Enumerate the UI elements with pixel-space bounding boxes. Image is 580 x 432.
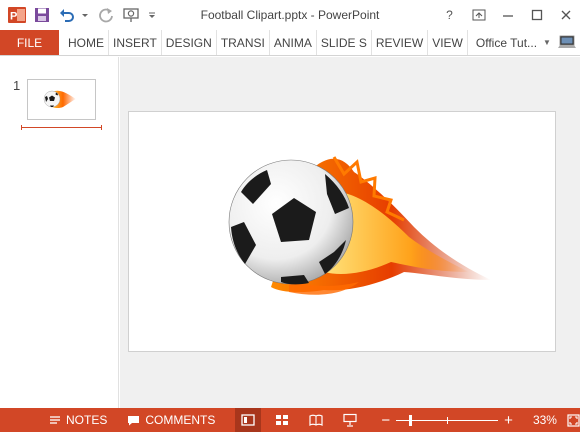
normal-view-button[interactable]: [235, 408, 262, 432]
tab-design[interactable]: DESIGN: [162, 30, 217, 55]
thumbnail-selection-indicator: [21, 125, 102, 130]
football-on-fire-image[interactable]: [129, 112, 555, 351]
tab-slide-show[interactable]: SLIDE S: [317, 30, 372, 55]
comment-icon: [127, 415, 140, 426]
zoom-out-icon[interactable]: −: [381, 413, 390, 428]
notes-icon: [49, 415, 61, 425]
slide-sorter-view-button[interactable]: [269, 408, 295, 432]
slide-number: 1: [13, 78, 21, 93]
redo-icon[interactable]: [95, 4, 117, 26]
ribbon-tab-bar: FILE HOME INSERT DESIGN TRANSI ANIMA SLI…: [0, 30, 580, 56]
zoom-in-icon[interactable]: +: [504, 413, 513, 428]
reading-view-button[interactable]: [303, 408, 329, 432]
comments-label: COMMENTS: [145, 413, 216, 427]
close-button[interactable]: [551, 0, 580, 30]
maximize-button[interactable]: [522, 0, 551, 30]
avatar: [557, 33, 577, 53]
slide-canvas[interactable]: [128, 111, 556, 352]
slide-show-icon: [343, 413, 357, 427]
zoom-control: − +: [381, 413, 513, 428]
tab-insert[interactable]: INSERT: [109, 30, 162, 55]
powerpoint-logo-icon[interactable]: P: [6, 4, 28, 26]
quick-access-toolbar: P: [0, 0, 162, 30]
slide-thumbnail-pane[interactable]: 1: [0, 57, 119, 408]
tab-home[interactable]: HOME: [59, 30, 109, 55]
customize-toolbar-icon[interactable]: [145, 4, 159, 26]
tab-file[interactable]: FILE: [0, 30, 59, 55]
title-bar: P Football Clipart.pptx - PowerPoint ?: [0, 0, 580, 30]
undo-icon[interactable]: [56, 4, 78, 26]
football-fire-thumbnail-image: [43, 90, 76, 109]
reading-view-icon: [309, 414, 323, 426]
tab-review[interactable]: REVIEW: [372, 30, 429, 55]
comments-button[interactable]: COMMENTS: [127, 408, 215, 432]
status-bar: NOTES COMMENTS − + 33%: [0, 408, 580, 432]
zoom-slider[interactable]: [396, 414, 499, 426]
window-controls: ?: [435, 0, 580, 30]
notes-button[interactable]: NOTES: [49, 408, 107, 432]
normal-view-icon: [241, 414, 255, 426]
tab-view[interactable]: VIEW: [428, 30, 468, 55]
slide-thumbnail[interactable]: [27, 79, 96, 120]
undo-dropdown-icon[interactable]: [81, 4, 89, 26]
notes-label: NOTES: [66, 413, 108, 427]
minimize-button[interactable]: [493, 0, 522, 30]
svg-text:P: P: [10, 11, 17, 23]
slide-editing-area[interactable]: [120, 57, 580, 408]
ribbon-tabs: HOME INSERT DESIGN TRANSI ANIMA SLIDE S …: [59, 30, 468, 55]
fit-to-window-icon: [567, 413, 580, 427]
slide-show-button[interactable]: [337, 408, 363, 432]
ribbon-display-options-button[interactable]: [464, 0, 493, 30]
account-name: Office Tut...: [475, 35, 538, 50]
account-menu[interactable]: Office Tut... ▼: [476, 30, 577, 55]
start-from-beginning-icon[interactable]: [120, 4, 142, 26]
help-button[interactable]: ?: [435, 0, 464, 30]
zoom-level[interactable]: 33%: [533, 408, 557, 432]
tab-animations[interactable]: ANIMA: [270, 30, 317, 55]
zoom-slider-handle[interactable]: [409, 414, 413, 426]
fit-slide-button[interactable]: [567, 408, 580, 432]
tab-transitions[interactable]: TRANSI: [217, 30, 270, 55]
chevron-down-icon: ▼: [543, 38, 551, 47]
save-icon[interactable]: [31, 4, 53, 26]
slide-sorter-icon: [276, 415, 289, 425]
